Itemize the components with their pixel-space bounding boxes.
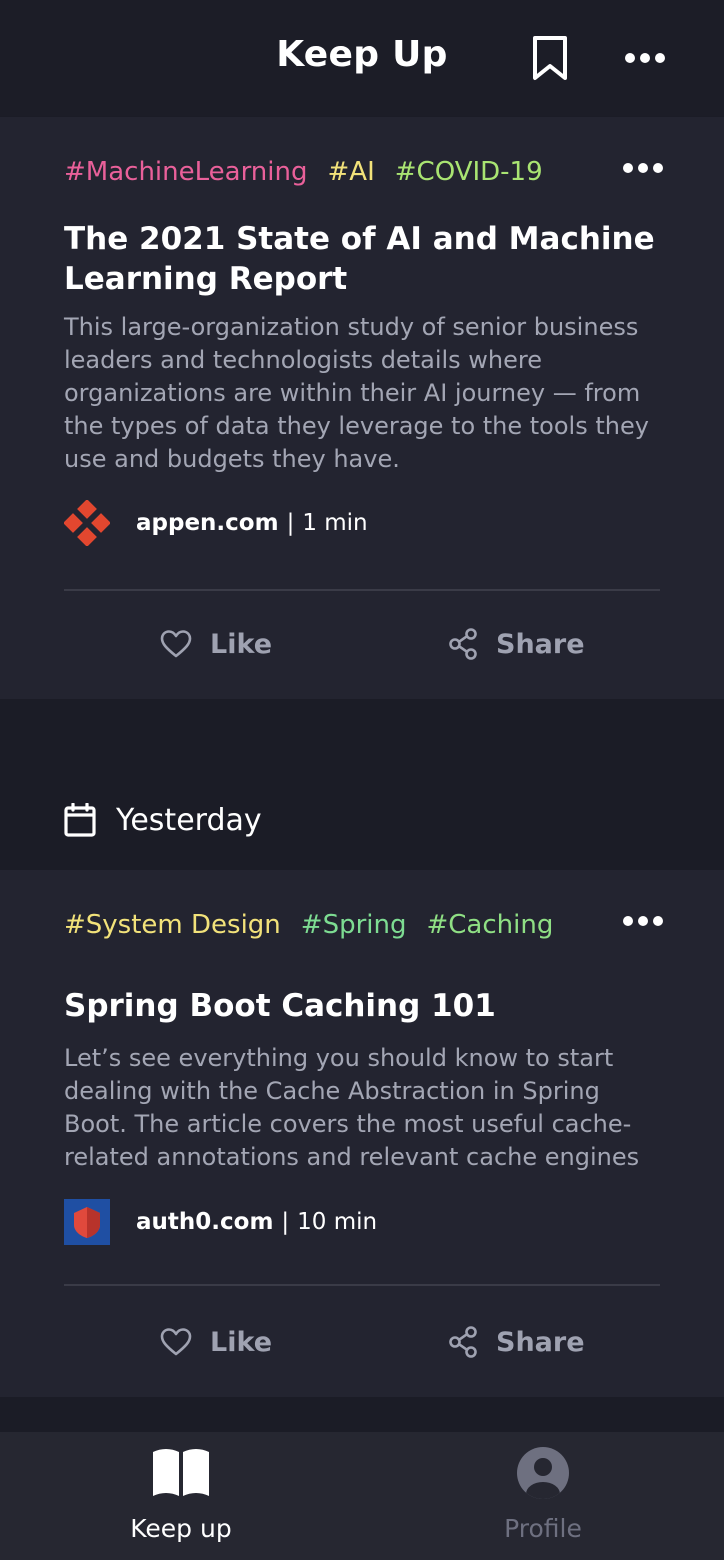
tag-spring[interactable]: #Spring bbox=[301, 910, 407, 940]
card-actions: Like Share bbox=[0, 1312, 724, 1372]
article-description: Let’s see everything you should know to … bbox=[64, 1044, 640, 1171]
tag-covid-19[interactable]: #COVID-19 bbox=[395, 157, 543, 187]
appen-logo-icon bbox=[63, 499, 111, 547]
like-label: Like bbox=[210, 628, 273, 660]
read-time: 1 min bbox=[302, 510, 368, 536]
more-horizontal-icon[interactable] bbox=[622, 42, 668, 74]
open-book-icon bbox=[153, 1449, 209, 1496]
article-source[interactable]: auth0.com | 10 min bbox=[64, 1199, 377, 1245]
user-circle-icon bbox=[517, 1447, 569, 1499]
share-icon bbox=[449, 628, 477, 660]
article-headline[interactable]: The 2021 State of AI and Machine Learnin… bbox=[64, 219, 664, 299]
article-card[interactable]: #MachineLearning #AI #COVID-19 The 2021 St… bbox=[0, 117, 724, 699]
date-section-label: Yesterday bbox=[116, 802, 262, 838]
tag-system-design[interactable]: #System Design bbox=[64, 910, 281, 940]
read-time: 10 min bbox=[297, 1209, 378, 1235]
tag-list: #MachineLearning #AI #COVID-19 bbox=[64, 157, 563, 187]
article-card[interactable]: #System Design #Spring #Caching Spring Boo… bbox=[0, 870, 724, 1397]
like-button[interactable]: Like bbox=[160, 1312, 272, 1372]
divider bbox=[64, 589, 660, 591]
like-button[interactable]: Like bbox=[160, 614, 272, 674]
article-source[interactable]: appen.com | 1 min bbox=[63, 499, 368, 547]
article-headline[interactable]: Spring Boot Caching 101 bbox=[64, 986, 664, 1026]
divider bbox=[64, 1284, 660, 1286]
tag-ai[interactable]: #AI bbox=[328, 157, 375, 187]
calendar-icon bbox=[64, 803, 96, 837]
page-title: Keep Up bbox=[276, 34, 448, 75]
auth0-logo-icon bbox=[64, 1199, 110, 1245]
nav-profile-label: Profile bbox=[504, 1514, 582, 1543]
nav-keep-up[interactable]: Keep up bbox=[81, 1432, 281, 1560]
source-separator: | bbox=[286, 510, 295, 536]
share-button[interactable]: Share bbox=[448, 614, 585, 674]
tag-list: #System Design #Spring #Caching bbox=[64, 910, 573, 940]
card-more-icon[interactable] bbox=[620, 908, 666, 934]
heart-icon bbox=[160, 1328, 192, 1356]
heart-icon bbox=[160, 630, 192, 658]
source-domain: appen.com bbox=[136, 510, 279, 536]
source-domain: auth0.com bbox=[136, 1209, 274, 1235]
app: Keep Up #MachineLearning #AI #COVID-19 T… bbox=[0, 0, 724, 1560]
source-separator: | bbox=[281, 1209, 290, 1235]
card-more-icon[interactable] bbox=[620, 155, 666, 181]
bookmark-icon[interactable] bbox=[530, 34, 570, 82]
share-label: Share bbox=[496, 1326, 585, 1358]
article-description: This large-organization study of senior … bbox=[64, 313, 649, 473]
nav-profile[interactable]: Profile bbox=[443, 1432, 643, 1560]
bottom-nav: Keep up Profile bbox=[0, 1432, 724, 1560]
tag-machinelearning[interactable]: #MachineLearning bbox=[64, 157, 308, 187]
date-section-header: Yesterday bbox=[64, 800, 262, 840]
share-label: Share bbox=[496, 628, 585, 660]
top-bar: Keep Up bbox=[0, 0, 724, 116]
tag-caching[interactable]: #Caching bbox=[426, 910, 553, 940]
card-actions: Like Share bbox=[0, 614, 724, 674]
share-icon bbox=[449, 1326, 477, 1358]
share-button[interactable]: Share bbox=[448, 1312, 585, 1372]
like-label: Like bbox=[210, 1326, 273, 1358]
nav-keep-up-label: Keep up bbox=[130, 1514, 232, 1543]
